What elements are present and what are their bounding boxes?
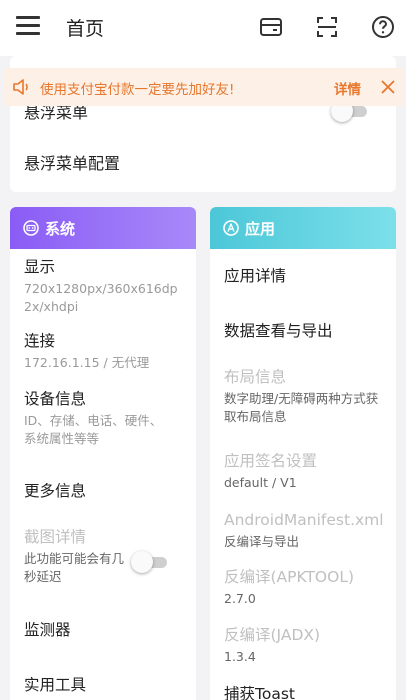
system-header: 系统 — [10, 207, 196, 249]
apps-title: 应用 — [245, 220, 276, 238]
scan-icon[interactable] — [315, 15, 339, 39]
data-export-label: 数据查看与导出 — [224, 322, 333, 340]
connection-label: 连接 — [24, 332, 56, 350]
monitor-label: 监测器 — [24, 621, 71, 639]
system-panel: 系统 显示 720x1280px/360x616dp 2x/xhdpi 连接 1… — [10, 207, 196, 700]
display-label: 显示 — [24, 258, 56, 276]
capture-toast-item[interactable]: 捕获Toast — [224, 684, 295, 700]
manifest-item[interactable]: AndroidManifest.xml 反编译与导出 — [224, 510, 384, 551]
manifest-label: AndroidManifest.xml — [224, 511, 384, 529]
app-bar: 首页 — [0, 0, 406, 56]
wallet-icon[interactable] — [259, 15, 283, 39]
notice-detail-link[interactable]: 详情 — [334, 78, 361, 98]
menu-icon[interactable] — [16, 16, 40, 38]
more-info-label: 更多信息 — [24, 482, 87, 500]
apktool-item[interactable]: 反编译(APKTOOL) 2.7.0 — [224, 567, 354, 608]
display-info: 720x1280px/360x616dp 2x/xhdpi — [24, 281, 178, 314]
monitor-item[interactable]: 监测器 — [24, 620, 71, 640]
jadx-version: 1.3.4 — [224, 649, 256, 664]
screenshot-detail-item[interactable]: 截图详情 此功能可能会有几秒延迟 — [24, 527, 126, 586]
notice-text: 使用支付宝付款一定要先加好友! — [40, 82, 235, 98]
more-info-item[interactable]: 更多信息 — [24, 481, 86, 501]
app-detail-label: 应用详情 — [224, 267, 287, 285]
signature-item[interactable]: 应用签名设置 default / V1 — [224, 451, 317, 492]
layout-info-item[interactable]: 布局信息 数字助理/无障碍两种方式获取布局信息 — [224, 367, 386, 426]
notice-banner: 使用支付宝付款一定要先加好友! 详情 — [4, 68, 404, 106]
page-title: 首页 — [66, 18, 105, 40]
floating-menu-config-item[interactable]: 悬浮菜单配置 — [24, 150, 120, 174]
system-title: 系统 — [45, 220, 76, 238]
signature-label: 应用签名设置 — [224, 452, 318, 470]
compass-icon — [223, 220, 239, 236]
help-icon[interactable] — [371, 15, 395, 39]
device-info-desc: ID、存储、电话、硬件、系统属性等等 — [24, 413, 163, 446]
connection-item[interactable]: 连接 172.16.1.15 / 无代理 — [24, 331, 149, 372]
app-detail-item[interactable]: 应用详情 — [224, 266, 286, 286]
screenshot-detail-desc: 此功能可能会有几秒延迟 — [24, 551, 125, 584]
screenshot-detail-label: 截图详情 — [24, 528, 87, 546]
tools-item[interactable]: 实用工具 — [24, 675, 86, 695]
connection-info: 172.16.1.15 / 无代理 — [24, 355, 150, 370]
capture-toast-label: 捕获Toast — [224, 685, 295, 700]
jadx-item[interactable]: 反编译(JADX) 1.3.4 — [224, 625, 320, 666]
display-item[interactable]: 显示 720x1280px/360x616dp 2x/xhdpi — [24, 257, 182, 316]
switch-knob — [131, 551, 153, 573]
signature-value: default / V1 — [224, 475, 297, 490]
layout-info-desc: 数字助理/无障碍两种方式获取布局信息 — [224, 391, 379, 424]
device-info-label: 设备信息 — [24, 390, 87, 408]
robot-face-icon — [23, 220, 39, 236]
apktool-label: 反编译(APKTOOL) — [224, 568, 355, 586]
tools-label: 实用工具 — [24, 676, 87, 694]
screenshot-detail-switch[interactable] — [131, 551, 171, 573]
layout-info-label: 布局信息 — [224, 368, 287, 386]
data-export-item[interactable]: 数据查看与导出 — [224, 321, 333, 341]
apktool-version: 2.7.0 — [224, 591, 256, 606]
device-info-item[interactable]: 设备信息 ID、存储、电话、硬件、系统属性等等 — [24, 389, 174, 448]
speaker-icon — [13, 79, 28, 95]
jadx-label: 反编译(JADX) — [224, 626, 321, 644]
manifest-desc: 反编译与导出 — [224, 534, 300, 549]
apps-panel: 应用 应用详情 数据查看与导出 布局信息 数字助理/无障碍两种方式获取布局信息 … — [210, 207, 396, 700]
apps-header: 应用 — [210, 207, 396, 249]
close-icon[interactable] — [381, 80, 395, 94]
